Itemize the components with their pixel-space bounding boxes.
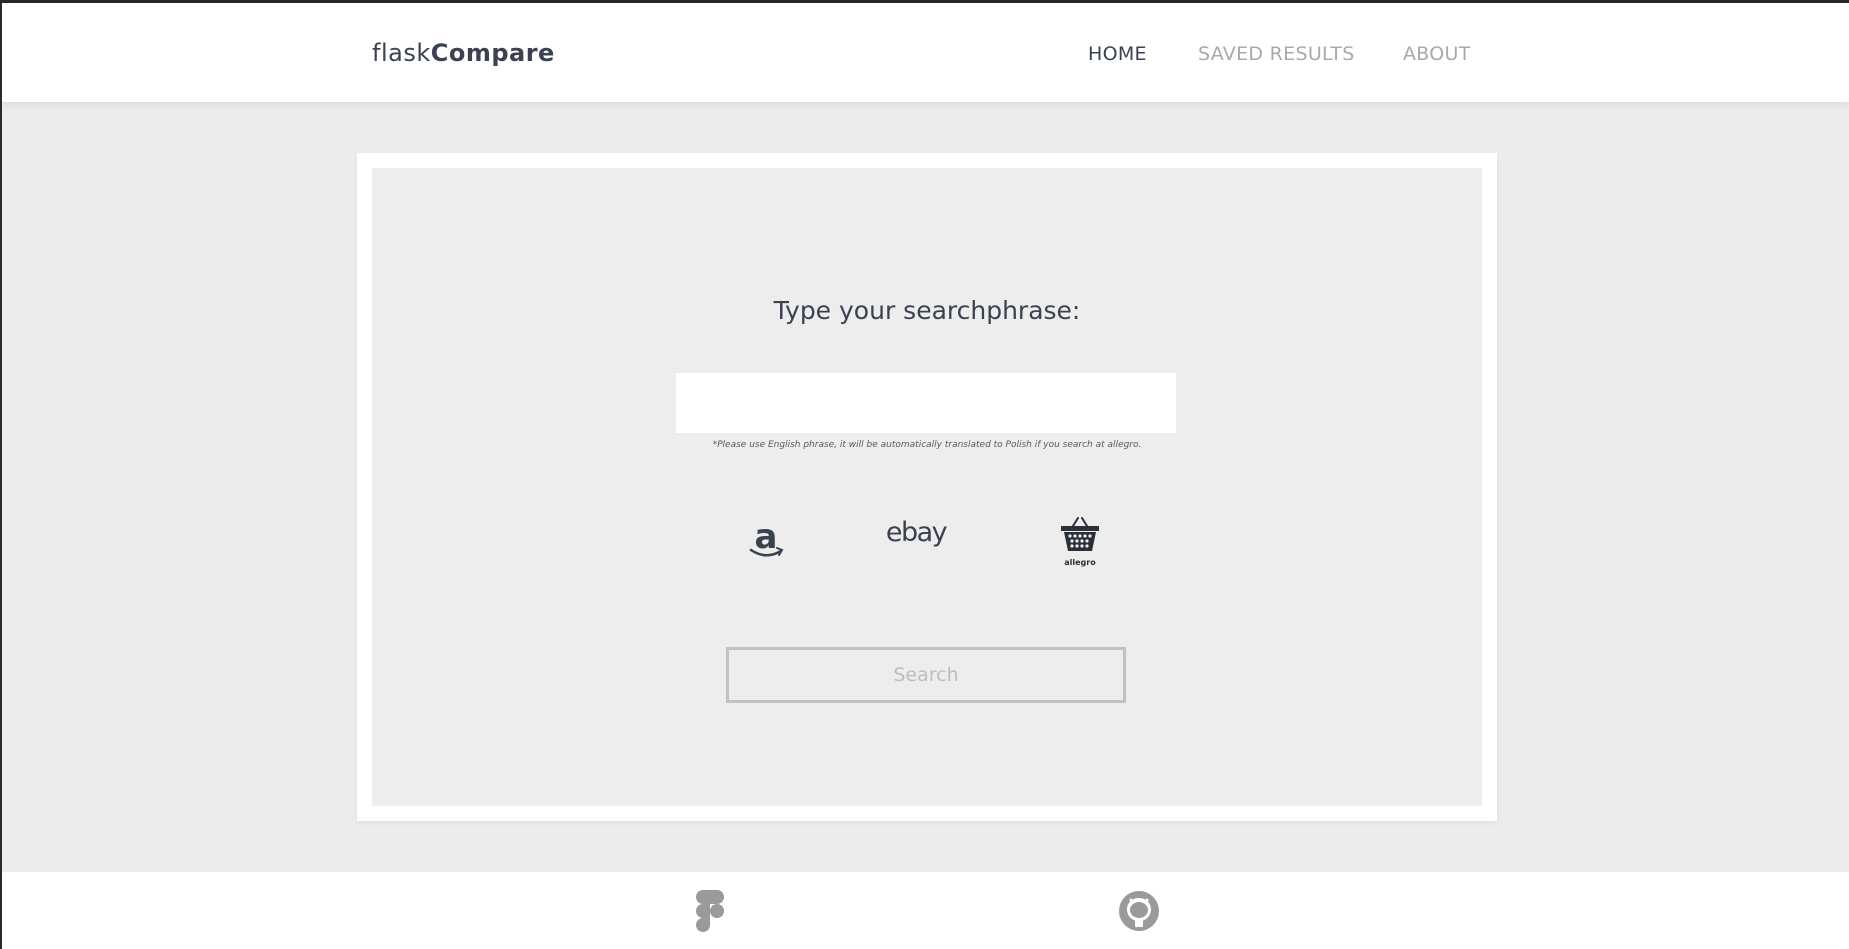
footer xyxy=(2,872,1849,949)
figma-icon[interactable] xyxy=(695,890,725,932)
search-input[interactable] xyxy=(676,373,1176,433)
github-icon[interactable] xyxy=(1118,890,1160,932)
nav-about[interactable]: ABOUT xyxy=(1403,43,1471,65)
nav-saved-results[interactable]: SAVED RESULTS xyxy=(1198,43,1355,65)
header: flaskCompare HOME SAVED RESULTS ABOUT xyxy=(2,3,1849,102)
search-card: Type your searchphrase: *Please use Engl… xyxy=(357,153,1497,821)
search-panel: Type your searchphrase: *Please use Engl… xyxy=(372,168,1482,806)
search-heading: Type your searchphrase: xyxy=(773,296,1081,325)
search-note: *Please use English phrase, it will be a… xyxy=(712,440,1142,450)
allegro-label: allegro xyxy=(1064,558,1096,567)
ebay-icon[interactable]: ebay xyxy=(881,517,951,553)
nav-home[interactable]: HOME xyxy=(1088,43,1147,65)
search-button[interactable]: Search xyxy=(726,647,1126,703)
logo-bold-text: Compare xyxy=(430,39,555,67)
allegro-icon[interactable]: allegro xyxy=(1060,516,1100,568)
logo-light-text: flask xyxy=(372,39,431,67)
logo[interactable]: flaskCompare xyxy=(372,39,555,67)
svg-text:ebay: ebay xyxy=(886,517,948,548)
svg-text:a: a xyxy=(755,518,778,557)
amazon-icon[interactable]: a xyxy=(746,517,786,562)
